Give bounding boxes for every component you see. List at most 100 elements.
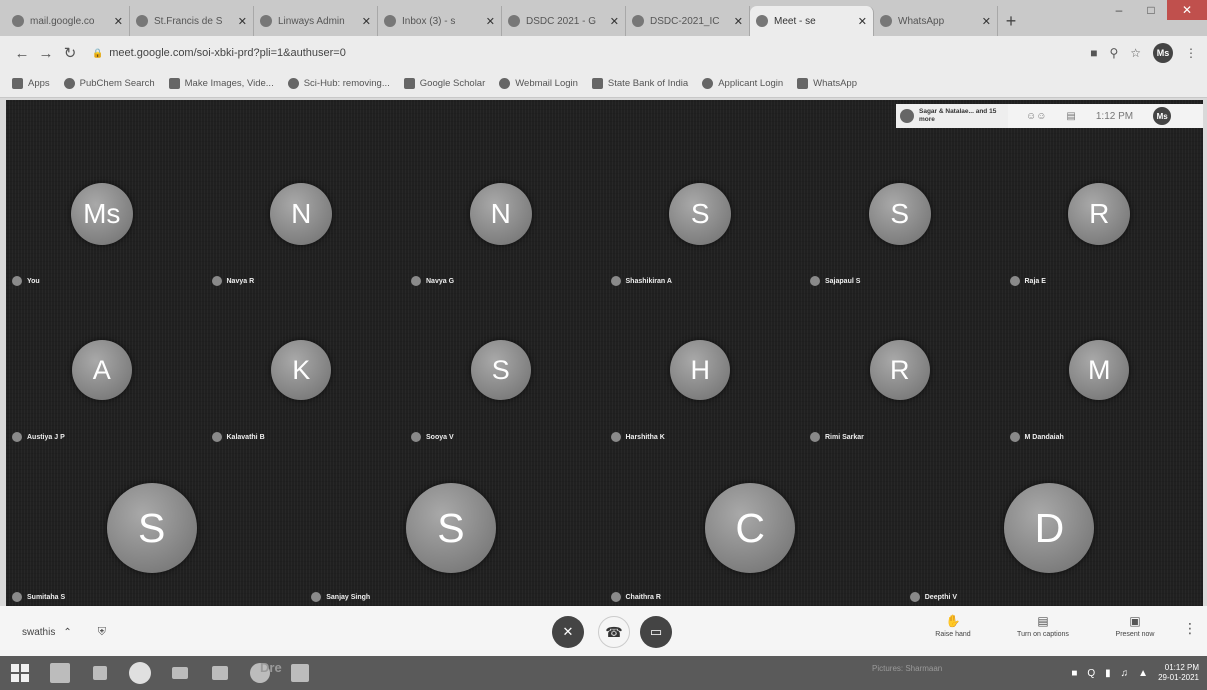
participant-avatar: M xyxy=(1069,340,1130,400)
tab-close-icon[interactable]: ✕ xyxy=(238,15,247,28)
tab-title: WhatsApp xyxy=(898,15,945,27)
tab-close-icon[interactable]: ✕ xyxy=(734,15,743,28)
bookmark-item[interactable]: Make Images, Vide... xyxy=(168,78,274,89)
tab-favicon-icon xyxy=(260,15,272,27)
video-icon[interactable] xyxy=(160,656,200,690)
browser-tab[interactable]: St.Francis de S ✕ xyxy=(130,6,254,36)
browser-tab[interactable]: Meet - se ✕ xyxy=(750,6,874,36)
file-explorer-icon[interactable] xyxy=(40,656,80,690)
tab-close-icon[interactable]: ✕ xyxy=(486,15,495,28)
participant-avatar: S xyxy=(106,483,197,573)
browser-tab[interactable]: mail.google.co ✕ xyxy=(6,6,130,36)
present-button[interactable]: ▣ Present now xyxy=(1100,614,1170,638)
profile-avatar[interactable]: Ms xyxy=(1153,43,1173,63)
bookmark-item[interactable]: Google Scholar xyxy=(403,78,486,89)
tab-close-icon[interactable]: ✕ xyxy=(362,15,371,28)
bookmark-label: State Bank of India xyxy=(607,78,689,89)
star-icon[interactable]: ☆ xyxy=(1130,46,1141,60)
participant-name: Shashikiran A xyxy=(625,277,672,285)
leave-call-button[interactable]: ☎ xyxy=(598,616,630,648)
pubchem-icon xyxy=(63,78,75,89)
participants-summary[interactable]: Sagar & Natalae... and 15 more xyxy=(896,104,1008,128)
bookmark-item[interactable]: WhatsApp xyxy=(797,78,857,89)
menu-kebab-icon[interactable]: ⋮ xyxy=(1185,46,1197,60)
camera-icon[interactable]: ■ xyxy=(1090,46,1097,60)
participant-name-tag: Sanjay Singh xyxy=(311,592,370,602)
reload-icon[interactable]: ↻ xyxy=(58,44,82,62)
bookmark-item[interactable]: PubChem Search xyxy=(63,78,155,89)
bookmark-item[interactable]: State Bank of India xyxy=(591,78,689,89)
close-window-button[interactable]: ✕ xyxy=(1167,0,1207,20)
captions-button[interactable]: ▤ Turn on captions xyxy=(1008,614,1078,638)
hp-icon[interactable] xyxy=(120,656,160,690)
participant-name-tag: Navya G xyxy=(411,276,454,286)
meeting-details-button[interactable]: swathis ⌃ ⛨ xyxy=(22,626,106,639)
forward-icon[interactable]: → xyxy=(34,45,58,62)
participant-avatar: H xyxy=(670,340,731,400)
participant-avatar: C xyxy=(705,483,796,573)
minimize-button[interactable]: – xyxy=(1103,0,1135,20)
zoom-icon[interactable]: ⚲ xyxy=(1109,46,1118,60)
participant-name: Deepthi V xyxy=(924,593,958,601)
bookmark-item[interactable]: Webmail Login xyxy=(499,78,578,89)
tray-battery-icon[interactable]: ▮ xyxy=(1105,668,1111,679)
raise-hand-button[interactable]: ✋ Raise hand xyxy=(918,614,988,638)
participant-name: Austiya J P xyxy=(27,433,65,441)
mic-muted-icon xyxy=(311,592,322,602)
participant-name: Raja E xyxy=(1024,277,1046,285)
shield-icon[interactable]: ⛨ xyxy=(98,626,106,639)
tab-favicon-icon xyxy=(136,15,148,27)
participant-name-tag: M Dandaiah xyxy=(1009,432,1064,442)
bookmark-item[interactable]: Apps xyxy=(12,78,50,89)
maximize-button[interactable]: □ xyxy=(1135,0,1167,20)
participant-avatar: S xyxy=(470,340,531,400)
participant-name: Chaithra R xyxy=(625,593,661,601)
chevron-up-icon: ⌃ xyxy=(63,627,72,638)
participant-name-tag: Navya R xyxy=(211,276,254,286)
tab-title: DSDC 2021 - G xyxy=(526,15,597,27)
new-tab-button[interactable]: + xyxy=(998,6,1024,36)
people-icon[interactable]: ☺☺ xyxy=(1026,111,1046,122)
qq-icon[interactable] xyxy=(280,656,320,690)
participant-name-tag: Sooya V xyxy=(411,432,454,442)
browser-tab[interactable]: Inbox (3) - s ✕ xyxy=(378,6,502,36)
participant-avatar: N xyxy=(469,183,532,245)
tab-favicon-icon xyxy=(756,15,768,27)
address-bar[interactable]: 🔒 meet.google.com/soi-xbki-prd?pli=1&aut… xyxy=(92,41,1090,65)
bookmark-item[interactable]: Applicant Login xyxy=(702,78,783,89)
tab-close-icon[interactable]: ✕ xyxy=(982,15,991,28)
mic-muted-icon xyxy=(810,276,820,286)
mic-off-button[interactable]: ✕ xyxy=(552,616,584,648)
taskbar-clock[interactable]: 01:12 PM 29-01-2021 xyxy=(1158,663,1199,683)
window-controls: – □ ✕ xyxy=(1103,0,1207,20)
tab-close-icon[interactable]: ✕ xyxy=(610,15,619,28)
webmail-icon xyxy=(499,78,511,89)
tab-close-icon[interactable]: ✕ xyxy=(114,15,123,28)
mic-muted-icon xyxy=(610,276,621,286)
browser-tab[interactable]: DSDC-2021_IC ✕ xyxy=(626,6,750,36)
bookmark-item[interactable]: Sci-Hub: removing... xyxy=(287,78,390,89)
tray-network-icon[interactable]: ▲ xyxy=(1138,668,1148,679)
mic-muted-icon xyxy=(1009,276,1020,286)
bookmark-label: Google Scholar xyxy=(419,78,486,89)
back-icon[interactable]: ← xyxy=(10,45,34,62)
browser-tab[interactable]: Linways Admin ✕ xyxy=(254,6,378,36)
self-avatar[interactable]: Ms xyxy=(1153,107,1172,125)
participant-name: Kalavathi B xyxy=(226,433,265,441)
store-icon[interactable] xyxy=(80,656,120,690)
mic-muted-icon xyxy=(211,432,222,442)
browser-tab[interactable]: DSDC 2021 - G ✕ xyxy=(502,6,626,36)
scholar-icon xyxy=(403,78,415,89)
tab-close-icon[interactable]: ✕ xyxy=(858,15,867,28)
browser-tab[interactable]: WhatsApp ✕ xyxy=(874,6,998,36)
start-button[interactable] xyxy=(0,656,40,690)
participant-name-tag: Austiya J P xyxy=(12,432,65,442)
tray-volume-icon[interactable]: ♫ xyxy=(1121,668,1129,679)
captions-icon: ▤ xyxy=(1037,614,1049,628)
more-options-icon[interactable]: ⋮ xyxy=(1183,620,1197,637)
chat-icon[interactable]: ▤ xyxy=(1066,111,1075,122)
tray-app-icon[interactable]: ■ xyxy=(1071,668,1077,679)
tray-q-icon[interactable]: Q xyxy=(1087,668,1095,679)
photos-icon[interactable] xyxy=(200,656,240,690)
camera-off-button[interactable]: ▭ xyxy=(640,616,672,648)
